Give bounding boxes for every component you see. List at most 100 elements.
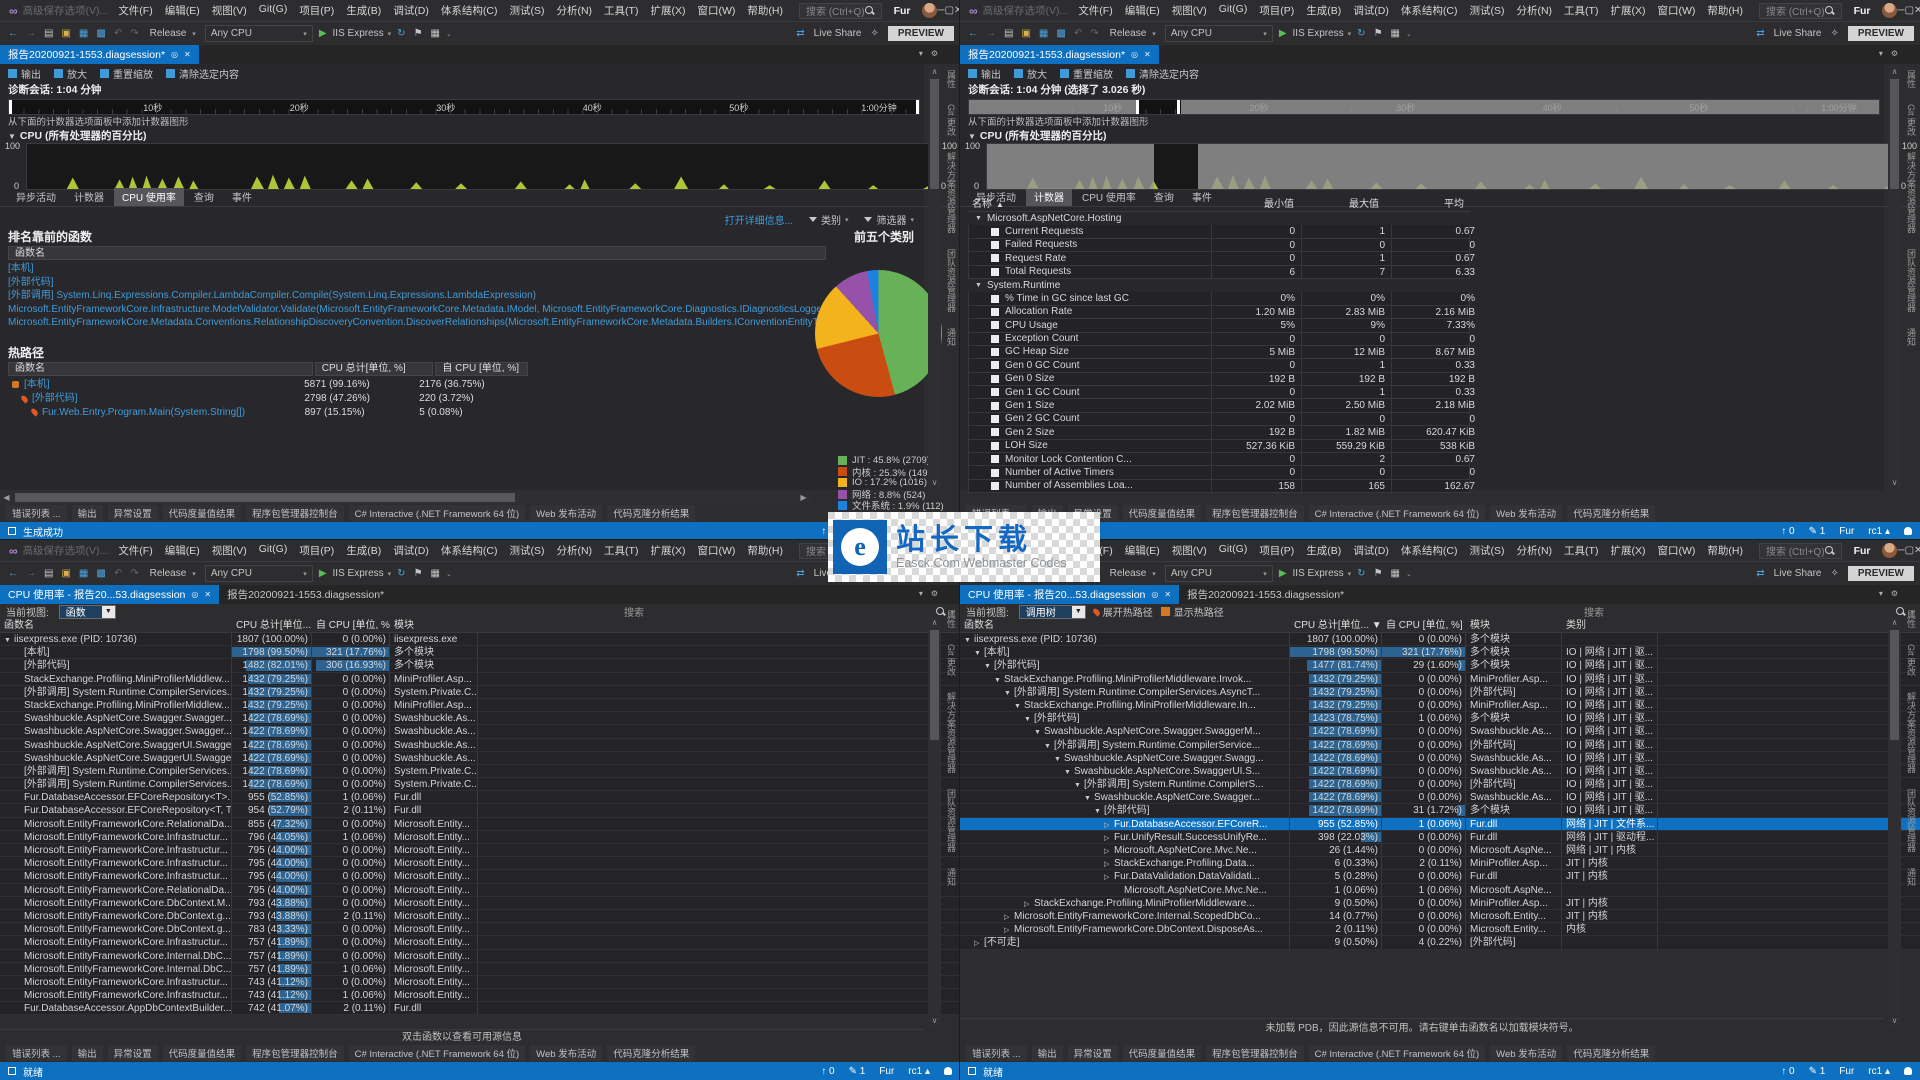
menu-item[interactable]: 生成(B) [1300,542,1347,559]
expander-icon[interactable]: ▼ [994,674,1004,685]
feedback-icon[interactable]: ✧ [1828,568,1840,579]
top-function-link[interactable]: [本机] [8,262,820,276]
menu-item[interactable]: 调试(D) [387,542,435,559]
function-table-row[interactable]: Microsoft.EntityFrameworkCore.Infrastruc… [0,936,960,949]
side-tab[interactable]: 团队资源管理器 [945,789,958,852]
call-tree-row[interactable]: ▼StackExchange.Profiling.MiniProfilerMid… [960,699,1920,712]
panel-tab[interactable]: 代码度量值结果 [1123,1045,1202,1061]
panel-tab[interactable]: 代码克隆分析结果 [607,1045,695,1061]
menu-item[interactable]: 分析(N) [550,2,598,19]
timeline-ruler[interactable]: 10秒20秒30秒40秒50秒1:00分钟 [8,99,920,115]
chevron-down-icon[interactable]: ▾ [1879,49,1883,58]
scroll-right-icon[interactable]: ▶ [797,493,810,502]
counter-row[interactable]: Gen 1 GC Count010.33 [968,386,1470,399]
side-tab[interactable]: 解决方案资源管理器 [1905,152,1918,233]
avatar[interactable] [922,3,937,18]
horizontal-scrollbar[interactable]: ◀▶ [0,491,810,504]
menu-item[interactable]: 体系结构(C) [435,2,504,19]
call-tree-row[interactable]: ▷Microsoft.EntityFrameworkCore.DbContext… [960,923,1920,936]
function-table-row[interactable]: Swashbuckle.AspNetCore.Swagger.Swagger..… [0,725,960,738]
notifications-bell-icon[interactable] [1904,1067,1912,1075]
expander-icon[interactable]: ▼ [1074,779,1084,790]
function-table-row[interactable]: Fur.DatabaseAccessor.EFCoreRepository<T>… [0,791,960,804]
redo-icon[interactable]: ↷ [128,568,140,579]
live-share-label[interactable]: Live Share [1774,568,1822,579]
platform-dropdown[interactable]: Any CPU▾ [1165,565,1273,582]
counter-row[interactable]: Gen 0 GC Count010.33 [968,359,1470,372]
expander-icon[interactable]: ▼ [1054,753,1064,764]
menu-item[interactable]: 项目(P) [1253,542,1300,559]
expander-icon[interactable]: ▼ [1034,726,1044,737]
expander-icon[interactable]: ▼ [984,660,994,671]
notifications-bell-icon[interactable] [944,1067,952,1075]
call-tree-row[interactable]: ▼Swashbuckle.AspNetCore.Swagger...1422 (… [960,791,1920,804]
preview-button[interactable]: PREVIEW [1848,566,1914,581]
close-tab-icon[interactable]: ✕ [184,50,191,59]
counter-row[interactable]: Current Requests010.67 [968,225,1470,238]
menu-item[interactable]: 测试(S) [503,542,550,559]
counter-checkbox[interactable] [991,228,999,236]
menu-item[interactable]: Git(G) [1213,2,1254,19]
start-debug-icon[interactable]: ▶ [317,568,329,579]
function-table-row[interactable]: StackExchange.Profiling.MiniProfilerMidd… [0,673,960,686]
unpushed-commits-count[interactable]: ✎ 1 [849,1066,866,1077]
memory-icon[interactable]: ▦ [1389,568,1402,579]
side-tab[interactable]: Git 更改 [1905,104,1918,136]
function-table-row[interactable]: Microsoft.EntityFrameworkCore.DbContext.… [0,910,960,923]
menu-item[interactable]: 视图(V) [1166,542,1213,559]
panel-tab[interactable]: C# Interactive (.NET Framework 64 位) [349,505,526,521]
counter-checkbox[interactable] [991,241,999,249]
call-tree-row[interactable]: ▼[外部代码]1477 (81.74%)29 (1.60%)多个模块IO | 网… [960,659,1920,672]
counter-group-row[interactable]: ▼Microsoft.AspNetCore.Hosting [968,212,1470,225]
counter-row[interactable]: Total Requests676.33 [968,266,1470,279]
counter-row[interactable]: GC Heap Size5 MiB12 MiB8.67 MiB [968,346,1470,359]
call-tree-row[interactable]: ▷StackExchange.Profiling.MiniProfilerMid… [960,897,1920,910]
save-icon[interactable]: ▦ [77,568,90,579]
menu-item[interactable]: 测试(S) [1463,2,1510,19]
save-icon[interactable]: ▦ [1037,28,1050,39]
counter-checkbox[interactable] [991,321,999,329]
menu-item[interactable]: 视图(V) [206,542,253,559]
functions-table-header[interactable]: 函数名 CPU 总计[单位... ▼ 自 CPU [单位, %] 模块 [0,619,960,633]
undo-icon[interactable]: ↶ [1072,28,1084,39]
side-tab[interactable]: 通知 [945,868,958,886]
side-tab[interactable]: Git 更改 [945,104,958,136]
menu-item[interactable]: 工具(T) [598,542,644,559]
branch-name[interactable]: rc1 ▴ [908,1066,930,1077]
function-table-row[interactable]: Swashbuckle.AspNetCore.Swagger.Swagger..… [0,712,960,725]
configuration-dropdown[interactable]: Release▾ [145,565,201,582]
menu-item[interactable]: 帮助(H) [741,2,789,19]
counter-checkbox[interactable] [991,308,999,316]
hot-path-function[interactable]: [本机] [24,378,50,392]
counter-row[interactable]: CPU Usage5%9%7.33% [968,319,1470,332]
gear-icon[interactable]: ⚙ [931,589,938,598]
counter-checkbox[interactable] [991,268,999,276]
hot-path-function[interactable]: Fur.Web.Entry.Program.Main(System.String… [42,406,245,420]
panel-tab[interactable]: Web 发布活动 [530,1045,602,1061]
save-all-icon[interactable]: ▩ [94,568,107,579]
expander-icon[interactable]: ▷ [1104,845,1114,856]
vertical-scrollbar[interactable]: ∧∨ [1888,66,1901,488]
counter-row[interactable]: Failed Requests000 [968,239,1470,252]
panel-tab[interactable]: 程序包管理器控制台 [246,505,344,521]
menu-item[interactable]: 调试(D) [1347,2,1395,19]
cpu-section-header[interactable]: ▼CPU (所有处理器的百分比) [0,129,960,143]
counter-checkbox[interactable] [991,375,999,383]
function-table-row[interactable]: [外部调用] System.Runtime.CompilerServices..… [0,778,960,791]
panel-tab[interactable]: Web 发布活动 [1490,1045,1562,1061]
function-table-row[interactable]: [外部代码]1482 (82.01%)306 (16.93%)多个模块 [0,659,960,672]
vertical-scrollbar[interactable]: ∧∨ [928,617,941,1026]
menu-item[interactable]: 工具(T) [1558,542,1604,559]
search-box[interactable]: 搜索 (Ctrl+Q) [799,3,882,19]
counter-checkbox[interactable] [991,295,999,303]
pending-changes-count[interactable]: ↑ 0 [821,1066,834,1077]
run-target-label[interactable]: IIS Express [1293,568,1344,579]
call-tree-row[interactable]: Microsoft.AspNetCore.Mvc.Ne...1 (0.06%)1… [960,884,1920,897]
function-table-row[interactable]: Microsoft.EntityFrameworkCore.Relational… [0,884,960,897]
menu-item[interactable]: 编辑(E) [159,542,206,559]
menu-item[interactable]: 视图(V) [206,2,253,19]
vertical-scrollbar[interactable]: ∧∨ [1888,617,1901,1026]
start-debug-icon[interactable]: ▶ [1277,568,1289,579]
panel-tab[interactable]: 程序包管理器控制台 [246,1045,344,1061]
function-table-row[interactable]: Microsoft.EntityFrameworkCore.Infrastruc… [0,870,960,883]
